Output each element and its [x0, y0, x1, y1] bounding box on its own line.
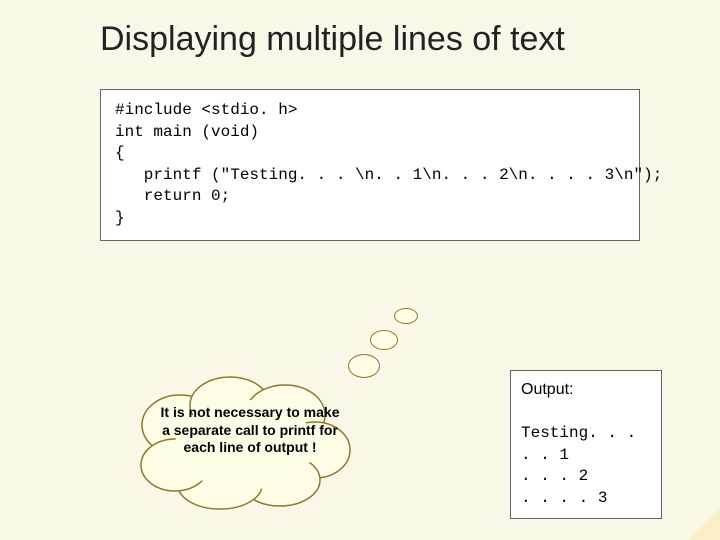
output-box: Output: Testing. . . . . 1 . . . 2 . . .…	[510, 370, 662, 519]
thought-trail	[360, 308, 440, 378]
slide-title: Displaying multiple lines of text	[100, 20, 640, 59]
thought-cloud: It is not necessary to make a separate c…	[130, 370, 360, 510]
cloud-text: It is not necessary to make a separate c…	[160, 404, 340, 457]
output-label: Output:	[521, 381, 573, 398]
output-text: Testing. . . . . 1 . . . 2 . . . . 3	[521, 424, 636, 507]
code-block: #include <stdio. h> int main (void) { pr…	[100, 89, 640, 241]
page-fold-icon	[688, 508, 720, 540]
